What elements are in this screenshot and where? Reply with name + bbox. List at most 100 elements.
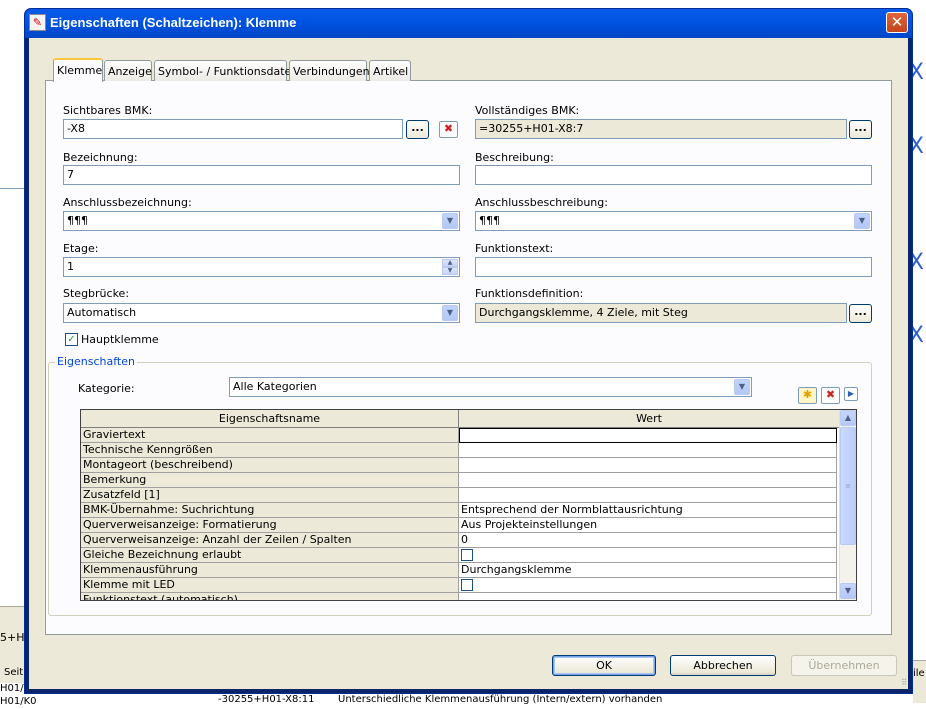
spin-up-icon[interactable]: ▲ <box>442 259 458 267</box>
anschlussbeschreibung-label: Anschlussbeschreibung: <box>475 196 608 209</box>
stegbruecke-dropdown[interactable]: Automatisch ▼ <box>63 303 460 323</box>
vertical-scrollbar[interactable]: ▲ ≡ ▼ <box>839 410 856 600</box>
close-button[interactable]: ✕ <box>886 12 908 33</box>
background-panel: ile <box>913 660 926 703</box>
table-row[interactable]: BMK-Übernahme: Suchrichtung Entsprechend … <box>81 503 840 518</box>
chevron-down-icon[interactable]: ▼ <box>854 213 870 229</box>
table-row[interactable]: Funktionstext (automatisch) <box>81 593 840 600</box>
cancel-button[interactable]: Abbrechen <box>670 655 776 676</box>
vollstaendiges-bmk-label: Vollständiges BMK: <box>475 104 580 117</box>
property-value-cell[interactable]: 0 <box>459 533 837 548</box>
hauptklemme-label: Hauptklemme <box>81 333 159 346</box>
bezeichnung-label: Bezeichnung: <box>63 151 138 164</box>
table-row[interactable]: Montageort (beschreibend) <box>81 458 840 473</box>
funktionsdefinition-field: Durchgangsklemme, 4 Ziele, mit Steg <box>475 303 847 323</box>
property-value-cell[interactable] <box>459 593 837 600</box>
column-header-value[interactable]: Wert <box>459 410 840 428</box>
table-row[interactable]: Querverweisanzeige: Formatierung Aus Proj… <box>81 518 840 533</box>
anschlussbezeichnung-dropdown[interactable]: ¶¶¶ ▼ <box>63 211 460 231</box>
scroll-down-icon[interactable]: ▼ <box>840 583 856 599</box>
new-property-icon[interactable]: ✱ <box>798 387 817 404</box>
property-name-cell: Klemme mit LED <box>81 578 459 593</box>
table-row[interactable]: Bemerkung <box>81 473 840 488</box>
resize-grip-icon[interactable]: ⠿ <box>901 678 907 687</box>
etage-value: 1 <box>67 260 74 273</box>
vollstaendiges-bmk-browse-button[interactable]: ... <box>849 120 872 139</box>
eigenschaften-group-title: Eigenschaften <box>55 355 137 368</box>
tab-artikel[interactable]: Artikel <box>369 60 411 81</box>
dialog-titlebar[interactable]: ✎ Eigenschaften (Schaltzeichen): Klemme … <box>25 9 912 38</box>
play-icon[interactable]: ▶ <box>844 387 858 401</box>
property-name-cell: Technische Kenngrößen <box>81 443 459 458</box>
stegbruecke-value: Automatisch <box>67 306 137 319</box>
chevron-down-icon[interactable]: ▼ <box>442 213 458 229</box>
ok-button[interactable]: OK <box>552 655 656 676</box>
scroll-up-icon[interactable]: ▲ <box>840 410 856 426</box>
funktionstext-label: Funktionstext: <box>475 242 554 255</box>
property-value-cell[interactable] <box>459 428 837 443</box>
tab-klemme[interactable]: Klemme <box>53 58 103 82</box>
dialog-title: Eigenschaften (Schaltzeichen): Klemme <box>50 15 297 30</box>
table-row[interactable]: Zusatzfeld [1] <box>81 488 840 503</box>
funktionstext-input[interactable] <box>475 257 872 277</box>
property-value-cell[interactable] <box>459 458 837 473</box>
property-name-cell: Klemmenausführung <box>81 563 459 578</box>
anschlussbeschreibung-dropdown[interactable]: ¶¶¶ ▼ <box>475 211 872 231</box>
scroll-thumb[interactable]: ≡ <box>840 427 856 545</box>
property-name-cell: BMK-Übernahme: Suchrichtung <box>81 503 459 518</box>
property-name-cell: Gleiche Bezeichnung erlaubt <box>81 548 459 563</box>
background-tab[interactable]: Seit <box>4 667 23 680</box>
property-value-cell[interactable] <box>459 443 837 458</box>
property-checkbox[interactable] <box>461 549 473 561</box>
property-name-cell: Querverweisanzeige: Formatierung <box>81 518 459 533</box>
property-value-cell[interactable] <box>459 548 837 563</box>
anschlussbezeichnung-value: ¶¶¶ <box>67 214 88 227</box>
properties-dialog: ✎ Eigenschaften (Schaltzeichen): Klemme … <box>24 8 913 694</box>
chevron-down-icon[interactable]: ▼ <box>734 379 750 395</box>
property-value-cell[interactable] <box>459 578 837 593</box>
spin-down-icon[interactable]: ▼ <box>442 267 458 275</box>
apply-button[interactable]: Übernehmen <box>791 655 897 676</box>
kategorie-label: Kategorie: <box>78 382 135 395</box>
delete-property-icon[interactable]: ✖ <box>821 387 840 404</box>
property-value-cell[interactable]: Entsprechend der Normblattausrichtung <box>459 503 837 518</box>
property-value-cell[interactable]: Durchgangsklemme <box>459 563 837 578</box>
kategorie-value: Alle Kategorien <box>233 380 317 393</box>
etage-label: Etage: <box>63 242 99 255</box>
property-name-cell: Zusatzfeld [1] <box>81 488 459 503</box>
grid-header: Eigenschaftsname Wert <box>81 410 840 428</box>
anschlussbezeichnung-label: Anschlussbezeichnung: <box>63 196 192 209</box>
tab-verbindungen[interactable]: Verbindungen <box>289 60 370 81</box>
beschreibung-input[interactable] <box>475 165 872 185</box>
table-row[interactable]: Klemmenausführung Durchgangsklemme <box>81 563 840 578</box>
table-row[interactable]: Klemme mit LED <box>81 578 840 593</box>
chevron-down-icon[interactable]: ▼ <box>442 305 458 321</box>
vollstaendiges-bmk-field: =30255+H01-X8:7 <box>475 119 847 139</box>
dialog-client: Sichtbares BMK: -X8 ... ✖ Bezeichnung: 7… <box>29 38 908 689</box>
hauptklemme-checkbox[interactable]: ✓ <box>65 333 78 346</box>
property-value-cell[interactable] <box>459 488 837 503</box>
tab-anzeige[interactable]: Anzeige <box>104 60 152 81</box>
kategorie-dropdown[interactable]: Alle Kategorien ▼ <box>229 377 752 397</box>
background-row: -30255+H01-X8:11 Unterschiedliche Klemme… <box>210 694 910 706</box>
table-row[interactable]: Technische Kenngrößen <box>81 443 840 458</box>
sichtbares-bmk-input[interactable]: -X8 <box>63 119 403 139</box>
bezeichnung-input[interactable]: 7 <box>63 165 460 185</box>
column-header-name[interactable]: Eigenschaftsname <box>81 410 459 428</box>
property-value-cell[interactable]: Aus Projekteinstellungen <box>459 518 837 533</box>
property-name-cell: Funktionstext (automatisch) <box>81 593 459 600</box>
table-row[interactable]: Gleiche Bezeichnung erlaubt <box>81 548 840 563</box>
table-row[interactable]: Graviertext <box>81 428 840 443</box>
etage-stepper[interactable]: 1 ▲ ▼ <box>63 257 460 277</box>
delete-icon[interactable]: ✖ <box>439 121 458 138</box>
properties-grid: Eigenschaftsname Wert Graviertext Technis… <box>80 409 857 601</box>
tab-symbol-funktionsdaten[interactable]: Symbol- / Funktionsdaten <box>154 60 298 81</box>
table-row[interactable]: Querverweisanzeige: Anzahl der Zeilen / … <box>81 533 840 548</box>
background-fragment-text: ile <box>913 668 925 679</box>
background-cell: -30255+H01-X8:11 <box>218 694 315 705</box>
property-checkbox[interactable] <box>461 579 473 591</box>
sichtbares-bmk-browse-button[interactable]: ... <box>406 120 429 139</box>
property-value-cell[interactable] <box>459 473 837 488</box>
funktionsdefinition-browse-button[interactable]: ... <box>849 304 872 323</box>
spin-buttons[interactable]: ▲ ▼ <box>442 259 458 275</box>
